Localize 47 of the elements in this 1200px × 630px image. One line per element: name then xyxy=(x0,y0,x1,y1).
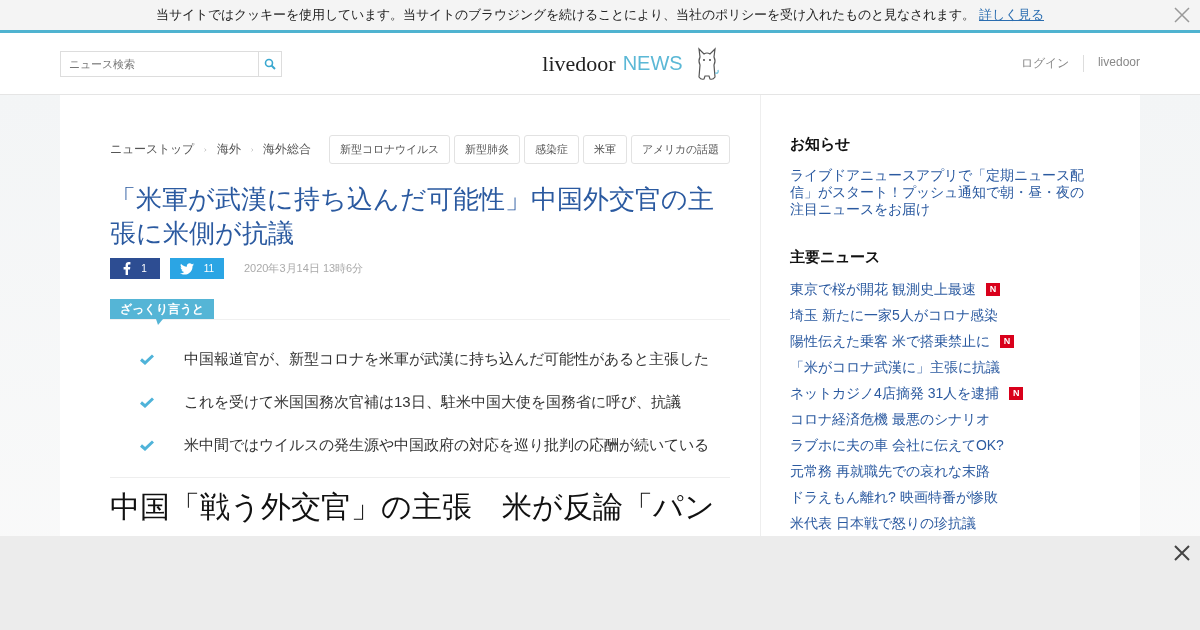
news-link[interactable]: 米代表 日本戦で怒りの珍抗議 xyxy=(790,514,976,532)
topic-tag[interactable]: 米軍 xyxy=(583,135,627,164)
breadcrumb-link[interactable]: ニューストップ xyxy=(110,141,194,158)
notice-link[interactable]: ライブドアニュースアプリで「定期ニュース配信」がスタート！プッシュ通知で朝・昼・夜の注目ニュースをお届け xyxy=(790,167,1090,218)
related-headline[interactable]: 中国「戦う外交官」の主張 米が反論「パン xyxy=(110,490,730,524)
label-pointer-icon xyxy=(156,319,163,325)
new-badge: N xyxy=(999,334,1014,348)
nav-link[interactable]: ログイン xyxy=(1006,55,1083,72)
cookie-message: 当サイトではクッキーを使用しています。当サイトのブラウジングを続けることにより、当社のポリシーを受け入れたものと見なされます。 xyxy=(156,6,975,24)
logo-wordmark[interactable]: livedoor xyxy=(542,50,616,77)
news-link[interactable]: 「米がコロナ武漢に」主張に抗議 xyxy=(790,358,1000,376)
breadcrumb-link[interactable]: 海外 xyxy=(216,141,241,158)
breadcrumb-link[interactable]: 海外総合 xyxy=(263,141,311,158)
news-link[interactable]: 東京で桜が開花 観測史上最速 xyxy=(790,280,976,298)
news-link[interactable]: 陽性伝えた乗客 米で搭乗禁止に xyxy=(790,332,990,350)
facebook-icon xyxy=(123,262,132,275)
bird-icon xyxy=(179,262,194,275)
search-field[interactable]: ニュース検索 xyxy=(60,50,258,77)
share-button[interactable]: 1 xyxy=(110,258,160,279)
check-icon xyxy=(140,397,154,408)
topic-tag[interactable]: 新型肺炎 xyxy=(454,135,520,164)
section-heading: 主要ニュース xyxy=(790,248,881,266)
news-link[interactable]: 元常務 再就職先での哀れな末路 xyxy=(790,462,990,480)
summary-point: 米中間ではウイルスの発生源や中国政府の対応を巡り批判の応酬が続いている xyxy=(184,436,709,455)
news-link[interactable]: ネットカジノ4店摘発 31人を逮捕 xyxy=(790,384,1000,402)
topic-tag[interactable]: 感染症 xyxy=(524,135,579,164)
summary-point: これを受けて米国国務次官補は13日、駐米中国大使を国務省に呼び、抗議 xyxy=(184,393,681,412)
check-icon xyxy=(140,440,154,451)
search-icon xyxy=(264,57,276,70)
summary-label: ざっくり言うと xyxy=(110,299,214,319)
news-link[interactable]: ドラえもん離れ? 映画特番が惨敗 xyxy=(790,488,998,506)
news-link[interactable]: コロナ経済危機 最悪のシナリオ xyxy=(790,410,990,428)
search-button[interactable] xyxy=(258,50,282,77)
check-icon xyxy=(140,354,154,365)
summary-point: 中国報道官が、新型コロナを米軍が武漢に持ち込んだ可能性があると主張した xyxy=(184,350,709,369)
section-heading: お知らせ xyxy=(790,135,851,153)
new-badge: N xyxy=(985,282,1000,296)
topic-tag[interactable]: アメリカの話題 xyxy=(631,135,730,164)
new-badge: N xyxy=(1009,386,1024,400)
topic-tag[interactable]: 新型コロナウイルス xyxy=(329,135,450,164)
publish-date: 2020年3月14日 13時6分 xyxy=(244,261,364,276)
learn-more-link[interactable]: 詳しく見る xyxy=(979,6,1044,24)
article-title: 「米軍が武漢に持ち込んだ可能性」中国外交官の主張に米側が抗議 xyxy=(110,183,715,250)
news-link[interactable]: 埼玉 新たに一家5人がコロナ感染 xyxy=(790,306,998,324)
nav-link[interactable]: livedoor xyxy=(1082,55,1140,72)
news-link[interactable]: ラブホに夫の車 会社に伝えてOK? xyxy=(790,436,1004,454)
close-icon[interactable] xyxy=(1174,545,1190,561)
